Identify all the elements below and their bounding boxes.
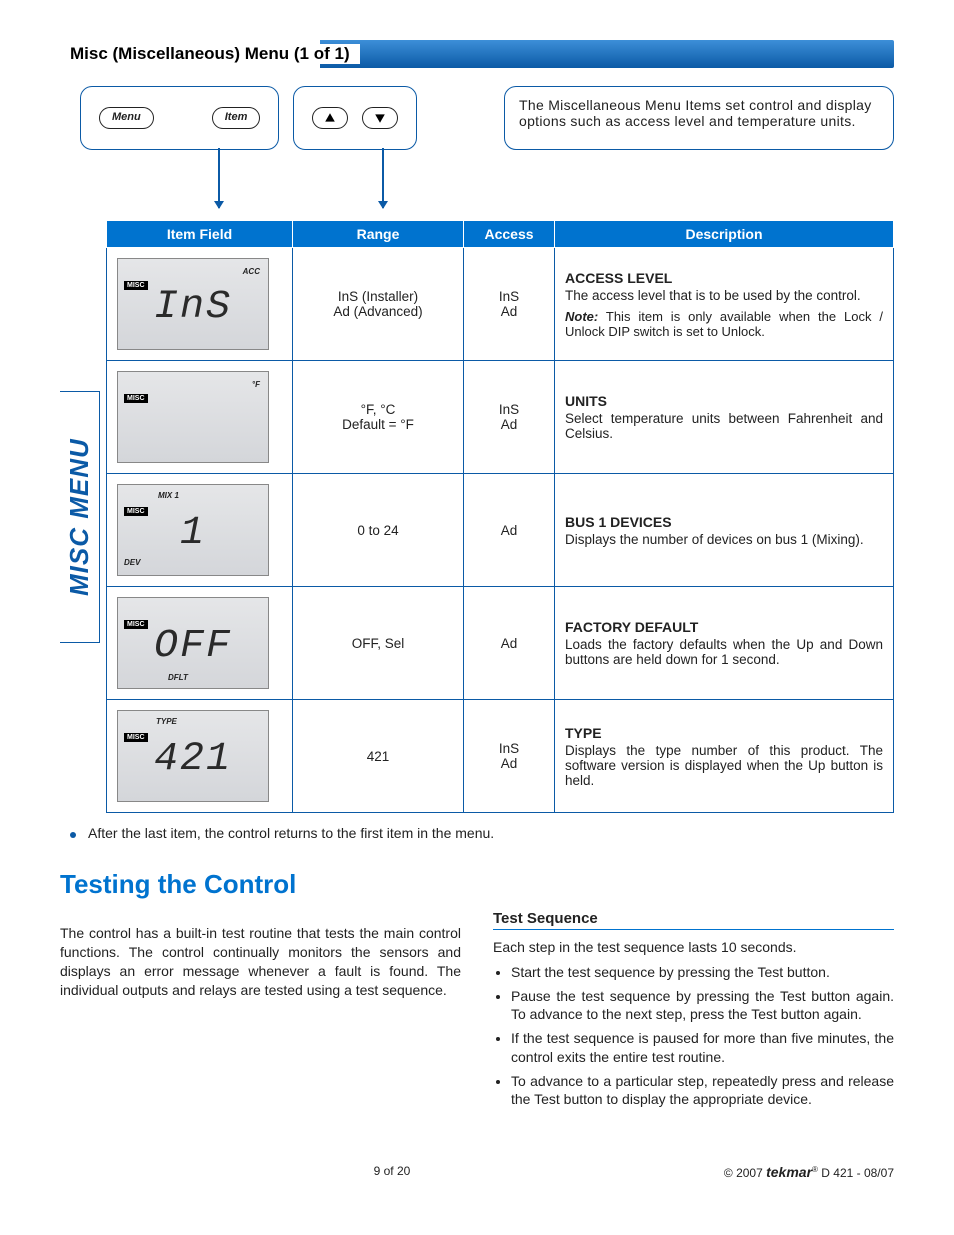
lcd-top-right-tag: ACC xyxy=(243,267,260,276)
desc-title: ACCESS LEVEL xyxy=(565,270,883,286)
table-row: MISC°F °F, °CDefault = °FInSAd UNITS Select… xyxy=(107,361,894,474)
desc-body: Select temperature units between Fahrenh… xyxy=(565,411,883,441)
cell-range: OFF, Sel xyxy=(293,587,464,700)
copyright: © 2007 xyxy=(724,1166,763,1180)
cell-item-field: MISCDFLTOFF xyxy=(107,587,293,700)
menu-table-wrap: MISC MENU Item Field Range Access Descri… xyxy=(60,220,894,813)
table-row: MISCACCInSInS (Installer)Ad (Advanced)In… xyxy=(107,248,894,361)
th-item: Item Field xyxy=(107,221,293,248)
testing-heading: Testing the Control xyxy=(60,869,894,900)
cell-access: Ad xyxy=(464,587,555,700)
menu-item-button-group: Menu Item xyxy=(80,86,279,150)
cell-access: InSAd xyxy=(464,248,555,361)
lcd-display: MISCTYPE421 xyxy=(117,710,269,802)
desc-body: Displays the type number of this product… xyxy=(565,743,883,788)
lcd-display: MISCMIX 1DEV1 xyxy=(117,484,269,576)
test-step: If the test sequence is paused for more … xyxy=(511,1029,894,1065)
testing-intro: The control has a built-in test routine … xyxy=(60,924,461,1000)
up-arrow-button[interactable] xyxy=(312,107,348,129)
top-row: Menu Item The Miscellaneous Menu Items s… xyxy=(60,86,894,150)
cell-description: BUS 1 DEVICES Displays the number of devi… xyxy=(555,474,894,587)
lcd-segment-value xyxy=(118,396,268,444)
section-header: Misc (Miscellaneous) Menu (1 of 1) xyxy=(60,40,894,68)
page-footer: 9 of 20 © 2007 tekmar® D 421 - 08/07 xyxy=(60,1164,894,1180)
brand-logo: tekmar xyxy=(766,1164,812,1180)
desc-body: Displays the number of devices on bus 1 … xyxy=(565,532,883,547)
lcd-display: MISCACCInS xyxy=(117,258,269,350)
desc-body: Loads the factory defaults when the Up a… xyxy=(565,637,883,667)
cell-description: TYPE Displays the type number of this pro… xyxy=(555,700,894,813)
th-access: Access xyxy=(464,221,555,248)
menu-table: Item Field Range Access Description MISC… xyxy=(106,220,894,813)
test-step: To advance to a particular step, repeate… xyxy=(511,1072,894,1108)
cell-item-field: MISC°F xyxy=(107,361,293,474)
lcd-top-left-tag: MIX 1 xyxy=(158,491,179,500)
flow-arrow-item xyxy=(218,148,220,208)
side-label: MISC MENU xyxy=(60,391,100,643)
down-arrow-button[interactable] xyxy=(362,107,398,129)
cell-access: InSAd xyxy=(464,361,555,474)
lcd-display: MISC°F xyxy=(117,371,269,463)
doc-id: D 421 - 08/07 xyxy=(818,1166,894,1180)
th-range: Range xyxy=(293,221,464,248)
menu-button[interactable]: Menu xyxy=(99,107,154,129)
desc-title: BUS 1 DEVICES xyxy=(565,514,883,530)
lcd-top-center-tag: TYPE xyxy=(156,717,177,726)
lcd-segment-value: 1 xyxy=(118,509,268,557)
flow-arrows xyxy=(60,150,894,220)
triangle-up-icon xyxy=(324,112,336,124)
lcd-top-right-tag: °F xyxy=(252,380,260,389)
table-row: MISCTYPE421421InSAdTYPEDisplays the type… xyxy=(107,700,894,813)
lcd-display: MISCDFLTOFF xyxy=(117,597,269,689)
lcd-bottom-center-tag: DFLT xyxy=(168,673,188,682)
cell-range: InS (Installer)Ad (Advanced) xyxy=(293,248,464,361)
test-sequence-subhead: Test Sequence xyxy=(493,910,894,930)
table-row: MISCMIX 1DEV10 to 24AdBUS 1 DEVICESDispl… xyxy=(107,474,894,587)
lcd-bottom-left-tag: DEV xyxy=(124,558,140,567)
desc-title: UNITS xyxy=(565,393,883,409)
cell-item-field: MISCACCInS xyxy=(107,248,293,361)
cell-range: 0 to 24 xyxy=(293,474,464,587)
page-number: 9 of 20 xyxy=(374,1164,411,1180)
cell-access: InSAd xyxy=(464,700,555,813)
cell-item-field: MISCTYPE421 xyxy=(107,700,293,813)
desc-note: Note: This item is only available when t… xyxy=(565,309,883,339)
footer-right: © 2007 tekmar® D 421 - 08/07 xyxy=(724,1164,894,1180)
test-step: Start the test sequence by pressing the … xyxy=(511,963,894,981)
test-steps-list: Start the test sequence by pressing the … xyxy=(493,963,894,1108)
desc-title: FACTORY DEFAULT xyxy=(565,619,883,635)
cell-description: ACCESS LEVEL The access level that is to … xyxy=(555,248,894,361)
desc-title: TYPE xyxy=(565,725,883,741)
cell-range: °F, °CDefault = °F xyxy=(293,361,464,474)
triangle-down-icon xyxy=(374,112,386,124)
lcd-segment-value: InS xyxy=(118,283,268,331)
info-box: The Miscellaneous Menu Items set control… xyxy=(504,86,894,150)
lcd-segment-value: 421 xyxy=(118,735,268,783)
arrow-button-group xyxy=(293,86,417,150)
table-row: MISCDFLTOFFOFF, SelAdFACTORY DEFAULTLoad… xyxy=(107,587,894,700)
th-desc: Description xyxy=(555,221,894,248)
lcd-segment-value: OFF xyxy=(118,622,268,670)
desc-body: The access level that is to be used by t… xyxy=(565,288,883,303)
test-sequence-lead: Each step in the test sequence lasts 10 … xyxy=(493,938,894,957)
test-step: Pause the test sequence by pressing the … xyxy=(511,987,894,1023)
section-title: Misc (Miscellaneous) Menu (1 of 1) xyxy=(70,44,360,64)
cell-range: 421 xyxy=(293,700,464,813)
item-button[interactable]: Item xyxy=(212,107,261,129)
cell-description: UNITS Select temperature units between Fa… xyxy=(555,361,894,474)
after-last-item-note: After the last item, the control returns… xyxy=(88,825,894,841)
testing-columns: The control has a built-in test routine … xyxy=(60,910,894,1114)
table-header-row: Item Field Range Access Description xyxy=(107,221,894,248)
flow-arrow-range xyxy=(382,148,384,208)
cell-item-field: MISCMIX 1DEV1 xyxy=(107,474,293,587)
cell-access: Ad xyxy=(464,474,555,587)
cell-description: FACTORY DEFAULT Loads the factory default… xyxy=(555,587,894,700)
